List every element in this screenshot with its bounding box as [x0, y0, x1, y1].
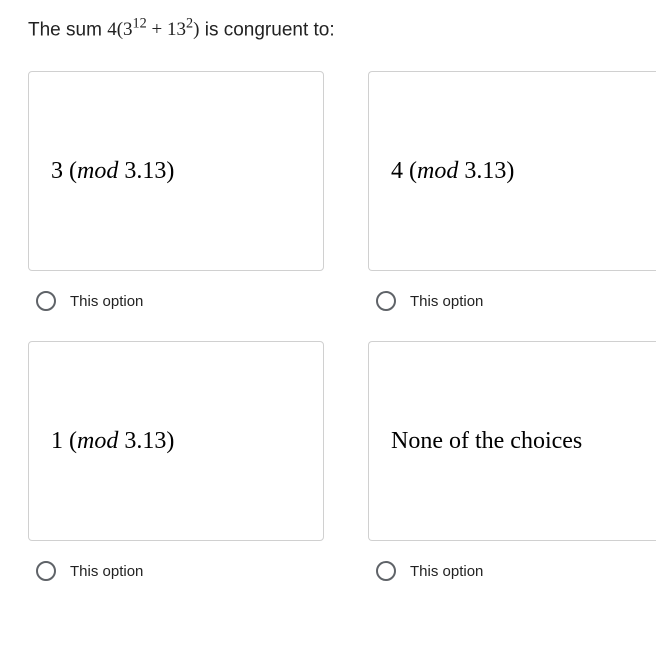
option-card-1[interactable]: 3 (mod 3.13) — [28, 71, 324, 271]
radio-icon — [376, 291, 396, 311]
opt3-mod: mod — [77, 428, 118, 454]
opt1-mod: mod — [77, 158, 118, 184]
option-card-4[interactable]: None of the choices — [368, 341, 656, 541]
opt4-full: None of the choices — [391, 428, 582, 454]
radio-label-2: This option — [410, 293, 483, 310]
radio-row-1[interactable]: This option — [28, 291, 324, 311]
radio-row-4[interactable]: This option — [368, 561, 656, 581]
option-card-3[interactable]: 1 (mod 3.13) — [28, 341, 324, 541]
question-sup1: 12 — [133, 16, 147, 32]
radio-label-1: This option — [70, 293, 143, 310]
opt2-mod: mod — [417, 158, 458, 184]
question-suffix: is congruent to: — [199, 19, 334, 40]
question-expr-b: + 13 — [147, 19, 186, 40]
radio-row-2[interactable]: This option — [368, 291, 656, 311]
radio-icon — [36, 561, 56, 581]
radio-icon — [36, 291, 56, 311]
options-grid: 3 (mod 3.13) This option 4 (mod 3.13) Th… — [28, 71, 656, 611]
option-block-3: 1 (mod 3.13) This option — [28, 341, 324, 611]
opt2-suffix: 3.13) — [458, 158, 514, 184]
option-text-4: None of the choices — [391, 428, 582, 455]
radio-row-3[interactable]: This option — [28, 561, 324, 581]
opt3-prefix: 1 ( — [51, 428, 77, 454]
opt2-prefix: 4 ( — [391, 158, 417, 184]
radio-label-3: This option — [70, 563, 143, 580]
question-text: The sum 4(312 + 132) is congruent to: — [28, 16, 656, 41]
question-expr-a: 4(3 — [107, 19, 132, 40]
option-text-2: 4 (mod 3.13) — [391, 158, 514, 185]
option-block-4: None of the choices This option — [368, 341, 656, 611]
option-block-1: 3 (mod 3.13) This option — [28, 71, 324, 341]
opt1-prefix: 3 ( — [51, 158, 77, 184]
question-prefix: The sum — [28, 19, 107, 40]
option-card-2[interactable]: 4 (mod 3.13) — [368, 71, 656, 271]
radio-icon — [376, 561, 396, 581]
radio-label-4: This option — [410, 563, 483, 580]
option-text-1: 3 (mod 3.13) — [51, 158, 174, 185]
opt3-suffix: 3.13) — [118, 428, 174, 454]
option-text-3: 1 (mod 3.13) — [51, 428, 174, 455]
option-block-2: 4 (mod 3.13) This option — [368, 71, 656, 341]
opt1-suffix: 3.13) — [118, 158, 174, 184]
